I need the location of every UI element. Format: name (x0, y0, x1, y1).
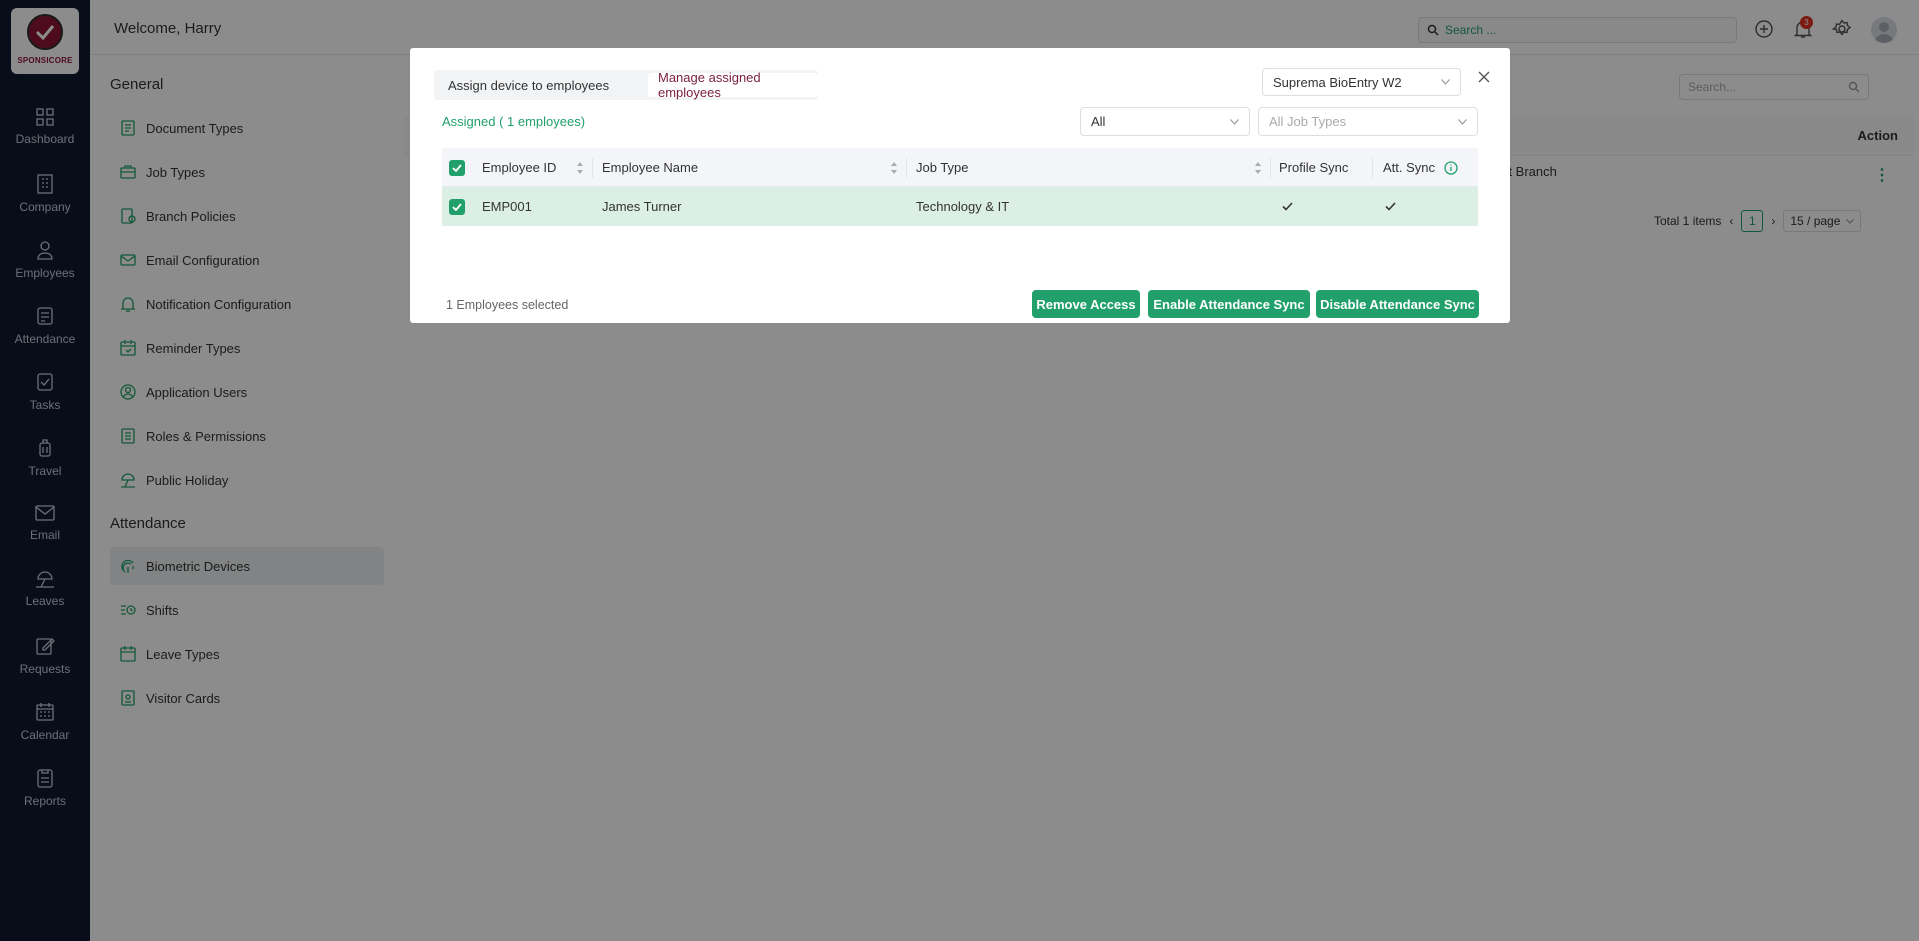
sort-icon[interactable] (576, 161, 584, 175)
sort-icon[interactable] (890, 161, 898, 175)
column-header-employee-name[interactable]: Employee Name (602, 148, 698, 187)
column-header-profile-sync: Profile Sync (1279, 160, 1349, 175)
column-header-employee-id[interactable]: Employee ID (482, 148, 556, 187)
selected-count: 1 Employees selected (446, 298, 569, 312)
close-icon (1478, 71, 1490, 83)
select-all-checkbox[interactable] (449, 148, 465, 187)
column-header-att-sync: Att. Sync (1383, 160, 1436, 175)
column-divider (1372, 158, 1373, 178)
job-type-filter-select[interactable]: All Job Types (1258, 107, 1478, 136)
close-button[interactable] (1473, 66, 1495, 88)
info-icon[interactable] (1444, 161, 1458, 175)
employee-id-cell: EMP001 (482, 199, 532, 214)
row-select-checkbox[interactable] (449, 187, 465, 226)
disable-attendance-sync-button[interactable]: Disable Attendance Sync (1316, 290, 1479, 318)
job-type-filter-placeholder: All Job Types (1269, 114, 1347, 129)
table-row[interactable]: EMP001 James Turner Technology & IT (442, 187, 1478, 226)
modal-tab-switch: Assign device to employees Manage assign… (434, 70, 818, 100)
assigned-count: Assigned ( 1 employees) (442, 114, 586, 129)
sort-icon[interactable] (1254, 161, 1262, 175)
att-sync-check-icon (1383, 187, 1397, 226)
profile-sync-check-icon (1280, 187, 1294, 226)
status-filter-select[interactable]: All (1080, 107, 1250, 136)
column-divider (592, 158, 593, 178)
status-filter-value: All (1091, 114, 1106, 129)
checkbox-checked-icon (449, 159, 465, 176)
column-divider (906, 158, 907, 178)
enable-attendance-sync-button[interactable]: Enable Attendance Sync (1148, 290, 1310, 318)
job-type-cell: Technology & IT (916, 199, 1010, 214)
checkbox-checked-icon (449, 198, 465, 215)
chevron-down-icon (1441, 79, 1450, 85)
tab-assign-device[interactable]: Assign device to employees (438, 73, 619, 97)
device-select-value: Suprema BioEntry W2 (1273, 74, 1402, 90)
column-divider (1270, 158, 1271, 178)
employees-table-header: Employee ID Employee Name Job Type Profi… (442, 148, 1478, 187)
tab-manage-assigned[interactable]: Manage assigned employees (648, 70, 818, 100)
device-select[interactable]: Suprema BioEntry W2 (1262, 68, 1461, 96)
manage-device-modal: Assign device to employees Manage assign… (410, 48, 1510, 323)
employee-name-cell: James Turner (602, 199, 682, 214)
chevron-down-icon (1230, 118, 1239, 125)
column-header-job-type[interactable]: Job Type (916, 148, 969, 187)
chevron-down-icon (1458, 118, 1467, 125)
remove-access-button[interactable]: Remove Access (1032, 290, 1140, 318)
